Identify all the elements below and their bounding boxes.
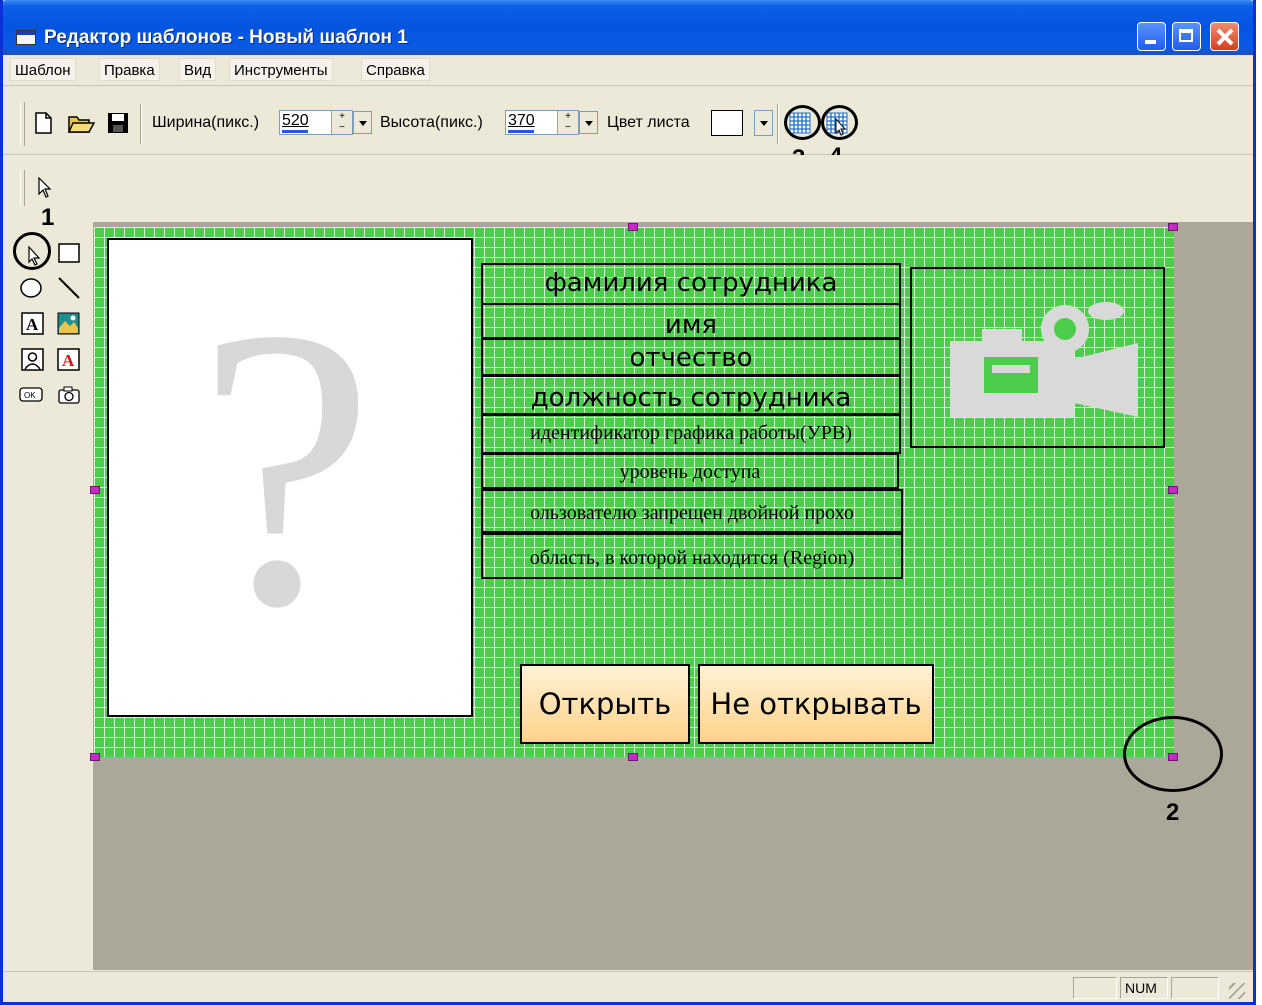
width-label: Ширина(пикс.)	[152, 114, 260, 131]
camera-frame[interactable]	[910, 267, 1165, 448]
field-position[interactable]: должность сотрудника	[481, 375, 901, 415]
height-dropdown-button[interactable]	[579, 111, 598, 134]
callout-4-circle	[821, 105, 858, 140]
toolbar-separator	[777, 104, 779, 144]
field-double-pass[interactable]: ользователю запрещен двойной прохо	[481, 489, 903, 533]
camera-tool-icon[interactable]	[57, 384, 81, 408]
pointer-icon[interactable]	[37, 177, 53, 199]
question-mark-icon: ?	[197, 246, 375, 689]
sheet-color-swatch[interactable]	[711, 110, 743, 136]
text-field-tool-icon[interactable]: A	[57, 348, 81, 372]
menu-bar: Шаблон Правка Вид Инструменты Справка	[3, 55, 1253, 86]
toolbar-grip[interactable]	[20, 102, 25, 146]
menu-view[interactable]: Вид	[179, 58, 217, 81]
height-spinner[interactable]: 370 + −	[505, 110, 598, 135]
resize-handle-bottom[interactable]	[628, 753, 638, 761]
title-bar[interactable]: Редактор шаблонов - Новый шаблон 1	[3, 0, 1253, 55]
close-button[interactable]	[1210, 22, 1239, 51]
field-schedule-id[interactable]: идентификатор графика работы(УРВ)	[481, 414, 901, 454]
callout-2-circle	[1123, 716, 1223, 792]
svg-text:A: A	[26, 315, 39, 334]
resize-handle-top[interactable]	[628, 223, 638, 231]
toolbar-separator	[140, 104, 142, 144]
width-spinner[interactable]: 520 + −	[279, 110, 372, 135]
sheet-color-dropdown[interactable]	[754, 110, 773, 136]
resize-handle-right[interactable]	[1168, 486, 1178, 494]
width-value-underline	[282, 130, 308, 133]
tools-palette: A A OK	[13, 230, 93, 970]
image-tool-icon[interactable]	[57, 312, 81, 336]
status-panel-empty	[1073, 977, 1117, 999]
resize-grip-icon[interactable]	[1229, 983, 1245, 999]
callout-3-circle	[784, 105, 821, 140]
status-num: NUM	[1120, 977, 1168, 999]
field-last-name[interactable]: фамилия сотрудника	[481, 263, 901, 305]
new-file-icon[interactable]	[33, 112, 53, 134]
svg-text:OK: OK	[24, 391, 36, 400]
svg-text:A: A	[62, 351, 75, 370]
field-region[interactable]: область, в которой находится (Region)	[481, 533, 903, 579]
app-icon	[16, 30, 36, 45]
width-value[interactable]: 520	[282, 112, 309, 130]
menu-edit[interactable]: Правка	[99, 58, 160, 81]
resize-handle-left[interactable]	[90, 486, 100, 494]
text-tool-icon[interactable]: A	[21, 312, 45, 336]
status-bar: NUM	[3, 971, 1253, 1002]
selection-toolbar	[3, 155, 1253, 219]
do-not-open-button[interactable]: Не открывать	[698, 664, 934, 744]
resize-handle-bottom-left[interactable]	[90, 753, 100, 761]
minimize-button[interactable]	[1137, 22, 1166, 51]
resize-handle-top-right[interactable]	[1168, 223, 1178, 231]
photo-placeholder[interactable]: ?	[107, 238, 473, 717]
width-dropdown-button[interactable]	[353, 111, 372, 134]
menu-tools[interactable]: Инструменты	[229, 58, 333, 81]
window-title: Редактор шаблонов - Новый шаблон 1	[44, 27, 408, 48]
status-panel-empty	[1171, 977, 1219, 999]
field-access-level[interactable]: уровень доступа	[481, 453, 899, 489]
video-camera-icon	[950, 302, 1138, 417]
sheet-color-label: Цвет листа	[607, 114, 690, 131]
field-first-name[interactable]: имя	[481, 303, 901, 339]
rectangle-tool-icon[interactable]	[57, 242, 81, 266]
height-spin-arrows-icon[interactable]: + −	[557, 111, 578, 134]
menu-help[interactable]: Справка	[361, 58, 430, 81]
menu-template[interactable]: Шаблон	[10, 58, 76, 81]
line-tool-icon[interactable]	[57, 276, 81, 300]
height-label: Высота(пикс.)	[380, 114, 483, 131]
open-button[interactable]: Открыть	[520, 664, 690, 744]
callout-1-number: 1	[41, 204, 55, 231]
open-folder-icon[interactable]	[67, 112, 95, 134]
app-window: Редактор шаблонов - Новый шаблон 1 Шабло…	[0, 0, 1256, 1005]
save-disk-icon[interactable]	[107, 112, 129, 134]
callout-1-circle	[13, 232, 51, 270]
maximize-button[interactable]	[1172, 22, 1201, 51]
height-value-underline	[508, 130, 534, 133]
button-tool-icon[interactable]: OK	[19, 384, 43, 408]
field-patronymic[interactable]: отчество	[481, 338, 901, 376]
width-spin-arrows-icon[interactable]: + −	[331, 111, 352, 134]
photo-field-tool-icon[interactable]	[21, 348, 45, 372]
height-value[interactable]: 370	[508, 112, 535, 130]
toolbar-grip[interactable]	[20, 170, 25, 206]
callout-2-number: 2	[1166, 799, 1180, 826]
ellipse-tool-icon[interactable]	[19, 276, 43, 300]
